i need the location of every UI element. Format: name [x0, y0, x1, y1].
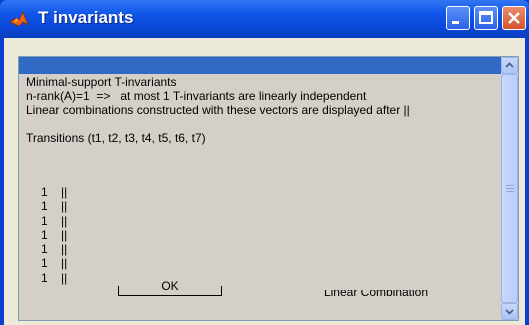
list-item[interactable]: Minimal-support T-invariants [26, 75, 502, 89]
minimize-icon [452, 21, 459, 24]
close-icon [508, 12, 520, 24]
scroll-thumb[interactable] [501, 74, 518, 303]
chevron-up-icon [505, 62, 514, 68]
window-title: T invariants [38, 8, 134, 27]
list-item[interactable]: 1 || [41, 185, 67, 199]
matlab-logo-icon [9, 11, 29, 27]
list-item[interactable]: 1 || [41, 271, 67, 285]
title-bar[interactable]: T invariants [0, 0, 529, 38]
grip-line [506, 188, 514, 189]
client-area: Minimal-support T-invariants n-rank(A)=1… [4, 38, 525, 325]
grip-line [506, 191, 514, 192]
invariants-listbox[interactable]: Minimal-support T-invariants n-rank(A)=1… [18, 56, 519, 321]
list-item[interactable]: 1 || [41, 256, 67, 270]
list-item[interactable]: 1 || [41, 242, 67, 256]
ok-button-label: OK [161, 279, 179, 293]
maximize-button[interactable] [474, 6, 498, 30]
selected-row[interactable] [19, 57, 503, 74]
vertical-scrollbar[interactable] [501, 57, 518, 320]
list-item[interactable]: 1 || [41, 214, 67, 228]
linear-combination-button[interactable]: Linear Combination [316, 290, 436, 299]
linear-combination-label: Linear Combination [323, 290, 429, 299]
info-lines: Minimal-support T-invariants n-rank(A)=1… [26, 75, 502, 145]
close-button[interactable] [502, 6, 526, 30]
window: T invariants Minimal-support T-invariant… [0, 0, 529, 325]
minimize-button[interactable] [446, 6, 470, 30]
list-item[interactable] [26, 117, 502, 131]
list-item[interactable]: Transitions (t1, t2, t3, t4, t5, t6, t7) [26, 131, 502, 145]
chevron-down-icon [505, 309, 514, 315]
invariant-values: 1 || 1 || 1 || 1 || 1 || 1 || 1 || [41, 185, 67, 285]
list-item[interactable]: 1 || [41, 199, 67, 213]
list-item[interactable]: Linear combinations constructed with the… [26, 103, 502, 117]
scroll-down-button[interactable] [501, 303, 518, 320]
list-item[interactable]: n-rank(A)=1 => at most 1 T-invariants ar… [26, 89, 502, 103]
grip-line [506, 185, 514, 186]
scroll-up-button[interactable] [501, 57, 518, 74]
maximize-icon [479, 11, 493, 24]
list-item[interactable]: 1 || [41, 228, 67, 242]
ok-button[interactable]: OK [118, 280, 222, 296]
